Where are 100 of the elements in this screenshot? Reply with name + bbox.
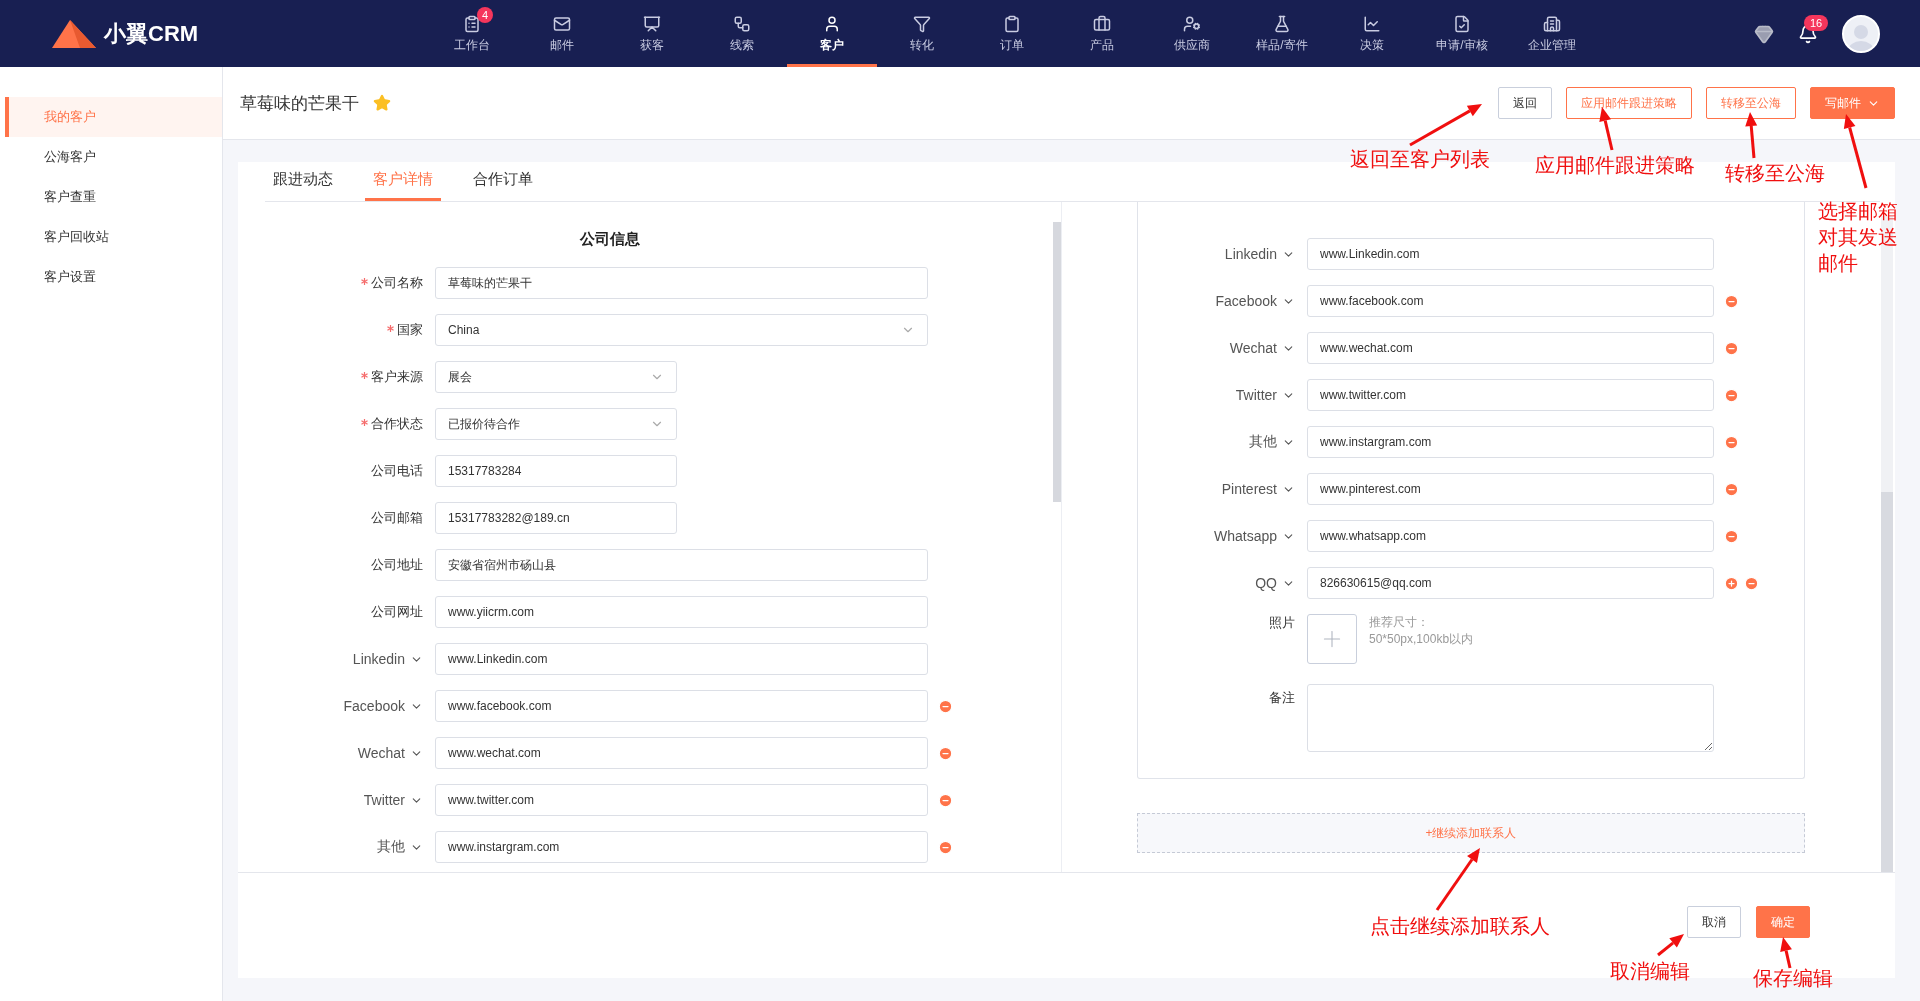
annotation-arrow bbox=[1599, 107, 1614, 151]
remove-icon[interactable] bbox=[1724, 387, 1739, 403]
input-field[interactable]: 15317783282@189.cn bbox=[435, 502, 677, 534]
input-field[interactable]: 826630615@qq.com bbox=[1307, 567, 1714, 599]
input-field[interactable]: www.facebook.com bbox=[435, 690, 928, 722]
briefcase-icon bbox=[1093, 14, 1111, 33]
input-field[interactable]: www.yiicrm.com bbox=[435, 596, 928, 628]
annotation-arrow bbox=[1745, 112, 1758, 159]
sidebar-item[interactable]: 公海客户 bbox=[5, 137, 222, 177]
field-type-select[interactable]: Linkedin bbox=[1224, 246, 1295, 262]
annotation-arrow bbox=[1780, 937, 1792, 969]
avatar[interactable] bbox=[1842, 14, 1880, 53]
remove-icon[interactable] bbox=[1724, 528, 1739, 544]
field-label: 客户来源 bbox=[371, 368, 423, 386]
nav-item[interactable]: 订单 bbox=[967, 0, 1057, 67]
field-label: 公司名称 bbox=[371, 274, 423, 292]
field-type-select[interactable]: Facebook bbox=[343, 698, 423, 714]
sidebar-item[interactable]: 客户回收站 bbox=[5, 217, 222, 257]
annotation-text: 点击继续添加联系人 bbox=[1370, 914, 1550, 939]
tab[interactable]: 跟进动态 bbox=[265, 161, 341, 201]
remove-icon[interactable] bbox=[1724, 481, 1739, 497]
annotation-text: 选择邮箱 对其发送 邮件 bbox=[1818, 199, 1898, 276]
diamond-icon[interactable] bbox=[1754, 23, 1774, 44]
nav-item[interactable]: 转化 bbox=[877, 0, 967, 67]
nav-item[interactable]: 样品/寄件 bbox=[1237, 0, 1327, 67]
remove-icon[interactable] bbox=[1724, 293, 1739, 309]
brand-name: 小翼CRM bbox=[104, 19, 199, 48]
input-field[interactable]: www.instargram.com bbox=[435, 831, 928, 863]
clipboard-icon bbox=[1003, 14, 1021, 33]
nav-item[interactable]: 获客 bbox=[607, 0, 697, 67]
clipboard-icon bbox=[463, 14, 481, 33]
input-field[interactable]: www.Linkedin.com bbox=[435, 643, 928, 675]
input-field[interactable]: www.twitter.com bbox=[435, 784, 928, 816]
footer-button[interactable]: 取消 bbox=[1687, 906, 1741, 938]
annotation-text: 保存编辑 bbox=[1753, 966, 1833, 991]
nav-item[interactable]: 邮件 bbox=[517, 0, 607, 67]
tab[interactable]: 合作订单 bbox=[465, 161, 541, 201]
header-button[interactable]: 返回 bbox=[1498, 87, 1552, 119]
annotation-text: 应用邮件跟进策略 bbox=[1535, 153, 1695, 178]
field-type-select[interactable]: Wechat bbox=[357, 745, 423, 761]
star-icon[interactable] bbox=[373, 94, 391, 112]
input-field[interactable]: www.facebook.com bbox=[1307, 285, 1714, 317]
nav-item[interactable]: 申请/审核 bbox=[1417, 0, 1507, 67]
select-field[interactable]: China bbox=[435, 314, 928, 346]
annotation-text: 转移至公海 bbox=[1725, 161, 1825, 186]
scrollbar-thumb[interactable] bbox=[1053, 222, 1061, 502]
input-field[interactable]: www.pinterest.com bbox=[1307, 473, 1714, 505]
input-field[interactable]: 草莓味的芒果干 bbox=[435, 267, 928, 299]
remove-icon[interactable] bbox=[938, 698, 953, 714]
field-type-select[interactable]: Whatsapp bbox=[1213, 528, 1295, 544]
select-field[interactable]: 展会 bbox=[435, 361, 677, 393]
select-field[interactable]: 已报价待合作 bbox=[435, 408, 677, 440]
input-field[interactable]: 安徽省宿州市砀山县 bbox=[435, 549, 928, 581]
required-icon bbox=[387, 324, 394, 332]
field-label: 公司地址 bbox=[371, 556, 423, 574]
photo-upload[interactable] bbox=[1307, 614, 1357, 664]
field-type-select[interactable]: Pinterest bbox=[1221, 481, 1295, 497]
sidebar-item[interactable]: 客户查重 bbox=[5, 177, 222, 217]
field-type-select[interactable]: Linkedin bbox=[352, 651, 423, 667]
input-field[interactable]: www.Linkedin.com bbox=[1307, 238, 1714, 270]
input-field[interactable]: www.wechat.com bbox=[435, 737, 928, 769]
user-gear-icon bbox=[1183, 14, 1201, 33]
remove-icon[interactable] bbox=[1724, 340, 1739, 356]
nav-item[interactable]: 产品 bbox=[1057, 0, 1147, 67]
input-field[interactable]: 15317783284 bbox=[435, 455, 677, 487]
remove-icon[interactable] bbox=[1744, 575, 1759, 591]
nav-item[interactable]: 工作台 4 bbox=[427, 0, 517, 67]
flask-icon bbox=[1273, 14, 1291, 33]
field-type-select[interactable]: QQ bbox=[1255, 575, 1295, 591]
input-field[interactable]: www.instargram.com bbox=[1307, 426, 1714, 458]
chart-icon bbox=[1363, 14, 1381, 33]
field-type-select[interactable]: 其他 bbox=[1249, 433, 1295, 451]
presentation-icon bbox=[643, 14, 661, 33]
sidebar-item[interactable]: 客户设置 bbox=[5, 257, 222, 297]
remove-icon[interactable] bbox=[1724, 434, 1739, 450]
user-icon bbox=[823, 14, 841, 33]
customer-title: 草莓味的芒果干 bbox=[240, 92, 359, 115]
mail-icon bbox=[553, 14, 571, 33]
field-label: 公司邮箱 bbox=[371, 509, 423, 527]
notes-field[interactable] bbox=[1307, 684, 1714, 752]
required-icon bbox=[361, 277, 368, 285]
field-label: 公司网址 bbox=[371, 603, 423, 621]
field-type-select[interactable]: Twitter bbox=[1235, 387, 1295, 403]
input-field[interactable]: www.wechat.com bbox=[1307, 332, 1714, 364]
field-type-select[interactable]: Twitter bbox=[363, 792, 423, 808]
nav-item[interactable]: 线索 bbox=[697, 0, 787, 67]
nav-item[interactable]: 决策 bbox=[1327, 0, 1417, 67]
remove-icon[interactable] bbox=[938, 745, 953, 761]
add-icon[interactable] bbox=[1724, 575, 1739, 591]
remove-icon[interactable] bbox=[938, 839, 953, 855]
field-type-select[interactable]: 其他 bbox=[377, 838, 423, 856]
field-type-select[interactable]: Facebook bbox=[1215, 293, 1295, 309]
nav-item[interactable]: 企业管理 bbox=[1507, 0, 1597, 67]
upload-hint: 推荐尺寸： 50*50px,100kb以内 bbox=[1369, 614, 1474, 648]
scrollbar-thumb[interactable] bbox=[1881, 492, 1893, 872]
nav-item[interactable]: 供应商 bbox=[1147, 0, 1237, 67]
field-type-select[interactable]: Wechat bbox=[1229, 340, 1295, 356]
input-field[interactable]: www.twitter.com bbox=[1307, 379, 1714, 411]
input-field[interactable]: www.whatsapp.com bbox=[1307, 520, 1714, 552]
remove-icon[interactable] bbox=[938, 792, 953, 808]
